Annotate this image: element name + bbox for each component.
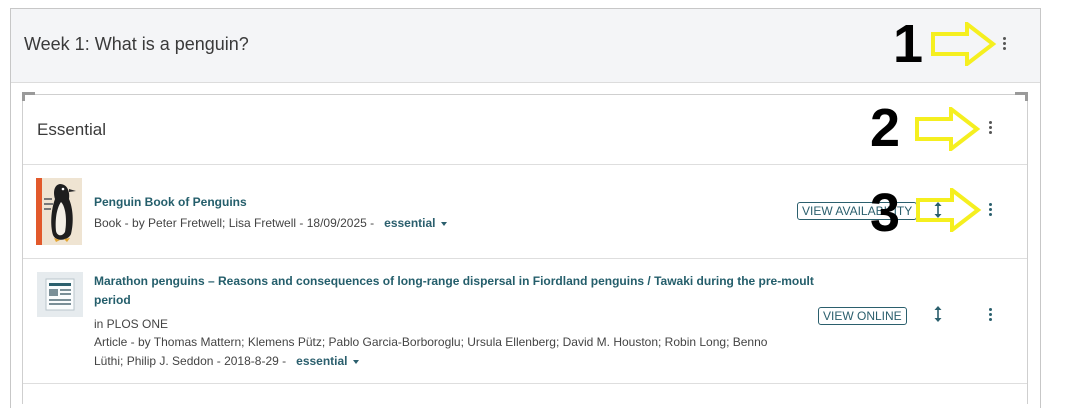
annotation-number-1: 1: [893, 14, 924, 74]
week-title: Week 1: What is a penguin?: [24, 34, 249, 54]
frame-corner: [22, 92, 35, 101]
section-more-icon[interactable]: [982, 120, 998, 138]
importance-dropdown[interactable]: essential: [377, 216, 447, 230]
annotation-number-3: 3: [870, 183, 901, 243]
item-title-link-cont[interactable]: period: [94, 291, 131, 310]
annotation-number-2: 2: [870, 98, 901, 158]
caret-down-icon: [352, 359, 359, 364]
item-source: in PLOS ONE: [94, 317, 169, 331]
arrow-right-icon: [916, 188, 982, 232]
section-title: Essential: [37, 120, 106, 139]
item-title-link[interactable]: Marathon penguins – Reasons and conseque…: [94, 272, 814, 291]
list-item: Marathon penguins – Reasons and conseque…: [23, 259, 1027, 384]
item-meta-text: Book - by Peter Fretwell; Lisa Fretwell …: [94, 216, 375, 230]
item-meta: Article - by Thomas Mattern; Klemens Püt…: [94, 335, 768, 349]
caret-down-icon: [440, 221, 447, 226]
item-meta: Book - by Peter Fretwell; Lisa Fretwell …: [94, 214, 447, 233]
book-cover-image: [36, 178, 82, 245]
importance-label: essential: [384, 216, 436, 230]
arrow-right-icon: [931, 22, 997, 66]
view-online-button[interactable]: VIEW ONLINE: [818, 307, 907, 325]
arrow-right-icon: [915, 107, 981, 151]
item-more-icon[interactable]: [982, 307, 998, 325]
importance-dropdown[interactable]: essential: [289, 354, 359, 368]
item-title-link[interactable]: Penguin Book of Penguins: [94, 193, 247, 212]
importance-label: essential: [296, 354, 348, 368]
frame-corner: [1015, 92, 1028, 101]
move-vertical-icon[interactable]: [933, 305, 943, 323]
item-meta-text: Lüthi; Philip J. Seddon - 2018-8-29 -: [94, 354, 287, 368]
item-more-icon[interactable]: [982, 202, 998, 220]
article-icon: [37, 272, 83, 317]
item-meta-cont: Lüthi; Philip J. Seddon - 2018-8-29 - es…: [94, 352, 359, 371]
week-header: Week 1: What is a penguin?: [11, 9, 1040, 83]
week-more-icon[interactable]: [996, 36, 1012, 54]
